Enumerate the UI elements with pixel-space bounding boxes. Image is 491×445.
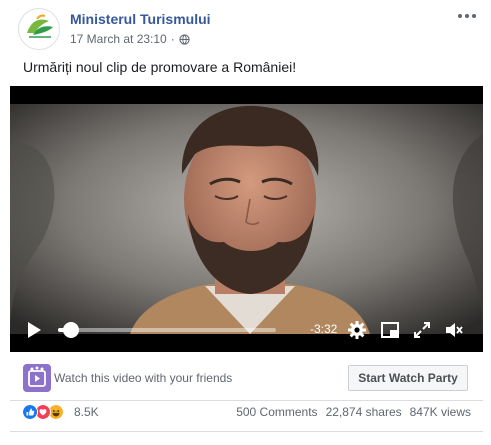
engagement-stats: 500 Comments 22,874 shares 847K views — [236, 405, 471, 419]
reactions-summary[interactable] — [22, 404, 64, 420]
progress-track[interactable] — [58, 328, 276, 332]
page-name-link[interactable]: Ministerul Turismului — [70, 11, 211, 27]
shares-count[interactable]: 22,874 shares — [326, 405, 402, 419]
video-player[interactable]: -3:32 — [10, 86, 483, 352]
post-caption: Urmăriți noul clip de promovare a Români… — [23, 59, 297, 75]
time-remaining: -3:32 — [310, 322, 338, 336]
video-frame — [10, 104, 483, 334]
watch-party-bar: Watch this video with your friends Start… — [10, 352, 483, 400]
comments-count[interactable]: 500 Comments — [236, 405, 317, 419]
views-count[interactable]: 847K views — [410, 405, 471, 419]
romania-logo — [20, 10, 59, 49]
more-options-icon[interactable] — [456, 8, 478, 24]
like-reaction-icon — [22, 404, 38, 420]
play-icon[interactable] — [24, 320, 44, 340]
facebook-post: Ministerul Turismului 17 March at 23:10 … — [0, 0, 491, 445]
volume-icon[interactable] — [444, 320, 464, 340]
progress-handle[interactable] — [63, 322, 80, 338]
post-meta: 17 March at 23:10 · — [70, 32, 190, 46]
reaction-count[interactable]: 8.5K — [74, 405, 99, 419]
settings-icon[interactable] — [347, 320, 367, 340]
fullscreen-icon[interactable] — [412, 320, 432, 340]
video-controls: -3:32 — [10, 308, 483, 352]
page-avatar[interactable] — [18, 8, 60, 50]
picture-in-picture-icon[interactable] — [380, 320, 400, 340]
divider — [10, 400, 483, 401]
post-timestamp[interactable]: 17 March at 23:10 — [70, 32, 167, 46]
watch-party-icon — [23, 364, 51, 392]
globe-icon — [179, 33, 190, 45]
start-watch-party-button[interactable]: Start Watch Party — [348, 365, 468, 391]
watch-party-prompt: Watch this video with your friends — [54, 371, 233, 385]
meta-separator: · — [170, 32, 175, 46]
divider — [10, 431, 483, 432]
